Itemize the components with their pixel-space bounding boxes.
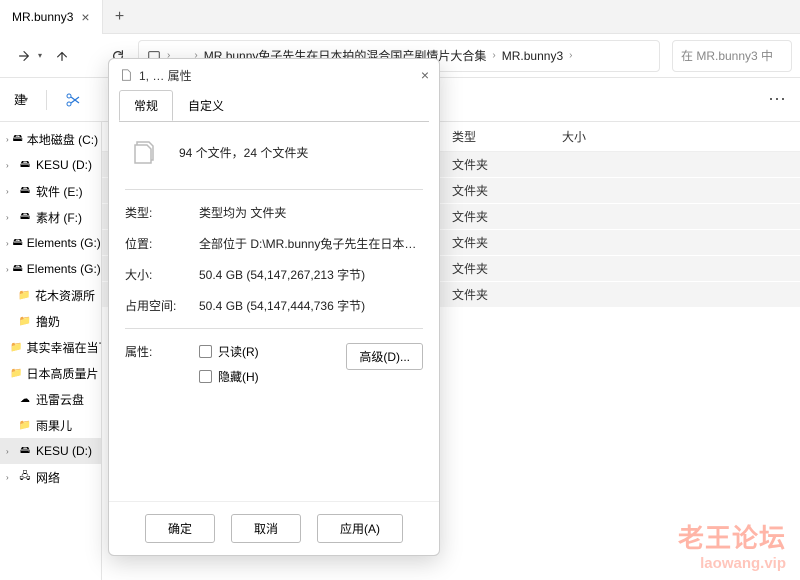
divider [46,90,47,110]
dialog-body: 94 个文件，24 个文件夹 类型: 类型均为 文件夹 位置: 全部位于 D:\MR… [119,121,429,501]
chevron-right-icon: › [569,50,572,61]
size-value: 50.4 GB (54,147,267,213 字节) [199,266,423,283]
folder-icon: 📁 [18,418,32,432]
more-button[interactable]: ⋯ [762,89,792,110]
up-button[interactable] [46,40,78,72]
drive-icon: 🖴 [18,158,32,172]
drive-icon: 🖴 [13,132,23,146]
readonly-checkbox[interactable]: 只读(R) [199,343,346,360]
sidebar-item[interactable]: ›🖴本地磁盘 (C:) [0,126,101,152]
tab-custom[interactable]: 自定义 [173,90,239,121]
chevron-right-icon: › [6,135,9,144]
ok-button[interactable]: 确定 [145,514,215,543]
dialog-title: 1, … 属性 [139,67,192,84]
sizeondisk-value: 50.4 GB (54,147,444,736 字节) [199,297,423,314]
sidebar-item[interactable]: 📁花木资源所 [0,282,101,308]
arrow-up-icon [55,49,69,63]
tab-bar: MR.bunny3 × + [0,0,800,34]
checkbox-icon [199,345,212,358]
drive-icon: 🖴 [18,444,32,458]
sidebar: ›🖴本地磁盘 (C:) ›🖴KESU (D:) ›🖴软件 (E:) ›🖴素材 (… [0,122,102,580]
type-label: 类型: [125,204,185,221]
drive-icon: 🖴 [18,210,32,224]
type-value: 类型均为 文件夹 [199,204,423,221]
attributes-label: 属性: [125,343,185,360]
chevron-right-icon: › [6,213,14,222]
forward-button[interactable] [8,40,40,72]
chevron-right-icon: › [6,161,14,170]
dialog-titlebar: 1, … 属性 × [109,59,439,91]
divider [125,189,423,190]
chevron-right-icon: › [6,265,9,274]
column-size[interactable]: 大小 [562,128,672,145]
sidebar-item[interactable]: ›🖴素材 (F:) [0,204,101,230]
chevron-down-icon[interactable]: ▾ [38,51,42,60]
folder-icon: 📁 [10,340,22,354]
chevron-down-icon: ▾ [24,95,28,104]
folder-icon: 📁 [10,366,22,380]
drive-icon: 🖴 [13,236,23,250]
search-input[interactable]: 在 MR.bunny3 中 [672,40,792,72]
column-type[interactable]: 类型 [452,128,562,145]
search-placeholder: 在 MR.bunny3 中 [681,47,773,64]
sidebar-item[interactable]: 📁雨果儿 [0,412,101,438]
location-value: 全部位于 D:\MR.bunny兔子先生在日本拍的混合国产剧 [199,235,423,252]
dialog-tabs: 常规 自定义 [109,91,439,121]
dialog-buttons: 确定 取消 应用(A) [109,501,439,555]
sidebar-item[interactable]: ›🖴KESU (D:) [0,152,101,178]
sidebar-item[interactable]: ›🖴Elements (G:) [0,256,101,282]
tab-title: MR.bunny3 [12,10,73,24]
scissors-icon [65,92,81,108]
location-label: 位置: [125,235,185,252]
drive-icon: 🖴 [18,184,32,198]
sidebar-item[interactable]: ›🖴KESU (D:) [0,438,101,464]
new-tab-button[interactable]: + [103,8,137,26]
cloud-icon: ☁ [18,392,32,406]
chevron-right-icon: › [6,447,14,456]
sidebar-item[interactable]: ›🖴Elements (G:) [0,230,101,256]
hidden-checkbox[interactable]: 隐藏(H) [199,368,346,385]
cancel-button[interactable]: 取消 [231,514,301,543]
drive-icon: 🖴 [13,262,23,276]
sidebar-item[interactable]: ›🖧网络 [0,464,101,490]
checkbox-icon [199,370,212,383]
sidebar-item[interactable]: 📁其实幸福在当下 [0,334,101,360]
close-icon[interactable]: × [421,67,429,83]
active-tab[interactable]: MR.bunny3 × [0,0,103,34]
sidebar-item[interactable]: 📁日本高质量片 [0,360,101,386]
chevron-right-icon: › [6,239,9,248]
apply-button[interactable]: 应用(A) [317,514,403,543]
properties-dialog: 1, … 属性 × 常规 自定义 94 个文件，24 个文件夹 类型: 类型均为 … [108,58,440,556]
sidebar-item[interactable]: 📁撸奶 [0,308,101,334]
chevron-right-icon: › [6,473,14,482]
chevron-right-icon: › [492,50,495,61]
folder-icon: 📁 [18,314,32,328]
summary-text: 94 个文件，24 个文件夹 [179,136,423,161]
size-label: 大小: [125,266,185,283]
document-icon [119,68,133,82]
new-button[interactable]: 建 ▾ [8,87,34,112]
divider [125,328,423,329]
chevron-right-icon: › [6,187,14,196]
arrow-right-icon [17,49,31,63]
multi-file-icon [125,136,165,175]
sidebar-item[interactable]: ☁迅雷云盘 [0,386,101,412]
folder-icon: 📁 [18,288,31,302]
cut-button[interactable] [59,86,87,114]
sizeondisk-label: 占用空间: [125,297,185,314]
breadcrumb-segment[interactable]: MR.bunny3 [502,49,563,63]
network-icon: 🖧 [18,470,32,484]
close-icon[interactable]: × [81,9,89,25]
sidebar-item[interactable]: ›🖴软件 (E:) [0,178,101,204]
advanced-button[interactable]: 高级(D)... [346,343,423,370]
tab-general[interactable]: 常规 [119,90,173,121]
